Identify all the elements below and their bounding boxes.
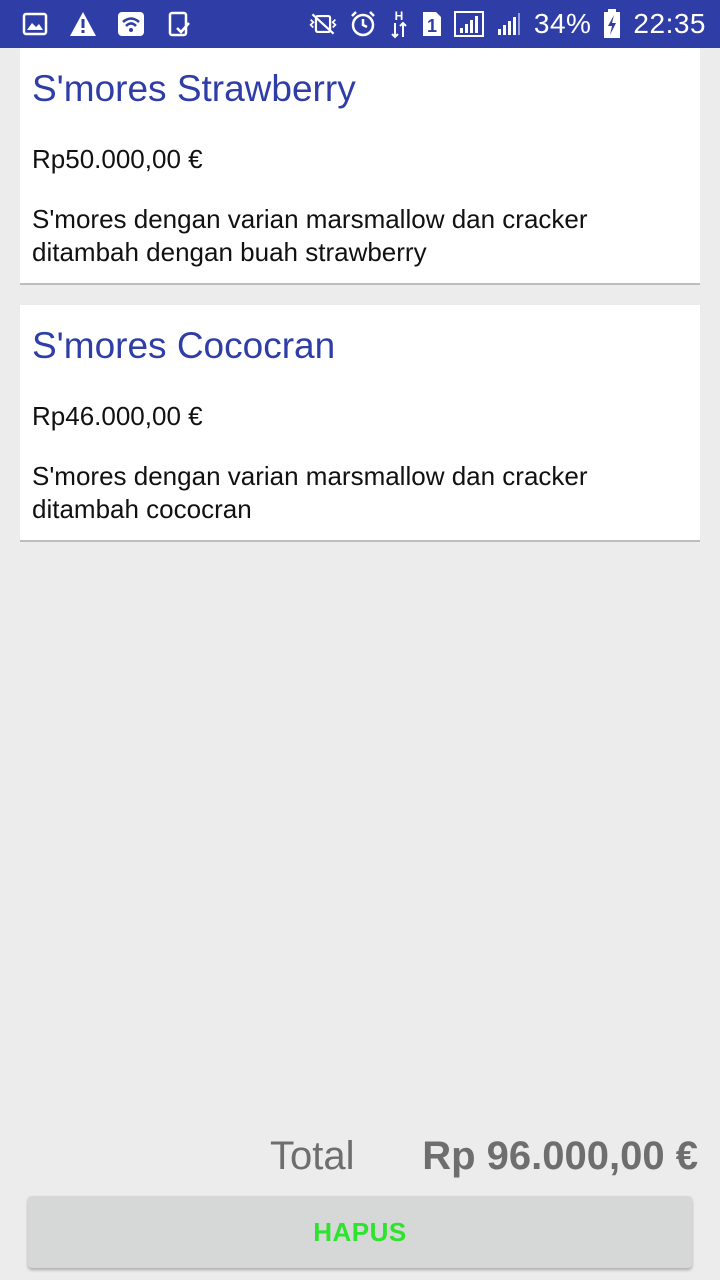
cart-item-price: Rp46.000,00 € — [32, 401, 203, 431]
cart-item-card[interactable]: S'mores Strawberry Rp50.000,00 € S'mores… — [20, 48, 700, 285]
signal-icon — [453, 9, 484, 39]
cart-item-title: S'mores Strawberry — [32, 68, 356, 109]
warning-icon — [68, 9, 98, 39]
alarm-icon — [348, 9, 378, 39]
cart-item-description: S'mores dengan varian marsmallow dan cra… — [32, 461, 588, 524]
status-bar-notifications — [20, 9, 194, 39]
vibrate-mute-icon — [308, 9, 338, 39]
cart-item-card[interactable]: S'mores Cococran Rp46.000,00 € S'mores d… — [20, 305, 700, 542]
total-value: Rp 96.000,00 € — [422, 1134, 698, 1178]
cart-item-price: Rp50.000,00 € — [32, 144, 203, 174]
total-row: Total Rp 96.000,00 € — [0, 1134, 720, 1186]
total-label: Total — [270, 1134, 355, 1178]
image-icon — [20, 9, 50, 39]
hapus-button[interactable]: HAPUS — [28, 1196, 692, 1268]
clipboard-check-icon — [164, 9, 194, 39]
data-arrows-icon: H — [388, 9, 410, 39]
status-bar: H 1 34% 22:35 — [0, 0, 720, 48]
status-bar-system: H 1 34% 22:35 — [308, 8, 706, 40]
wifi-icon — [116, 9, 146, 39]
cart-item-title: S'mores Cococran — [32, 325, 336, 366]
battery-percent: 34% — [533, 8, 592, 39]
signal-icon-2 — [494, 9, 524, 39]
network-type-label: H — [395, 9, 404, 23]
sim-icon: 1 — [420, 9, 444, 39]
clock: 22:35 — [633, 8, 706, 39]
cart-item-description: S'mores dengan varian marsmallow dan cra… — [32, 204, 588, 267]
sim-slot-label: 1 — [427, 16, 437, 36]
battery-charging-icon — [601, 9, 623, 39]
